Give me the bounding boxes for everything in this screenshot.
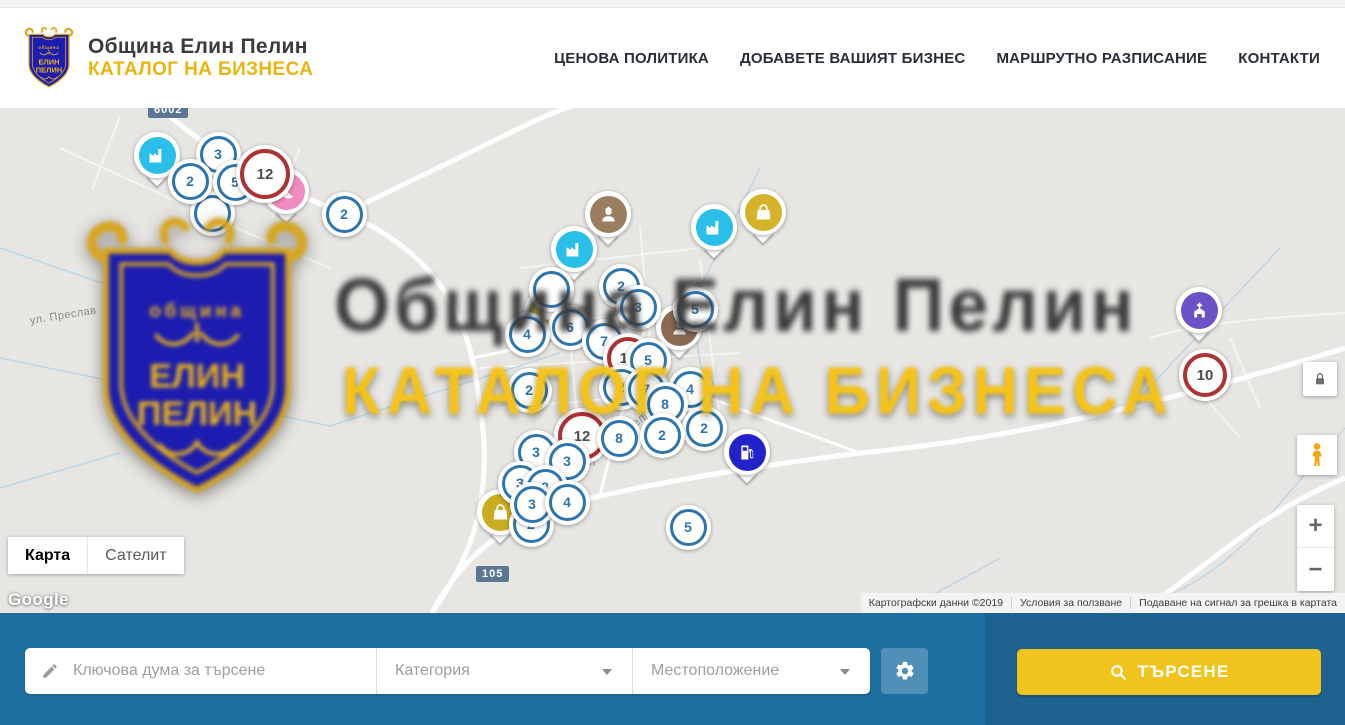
map-pin[interactable] xyxy=(724,429,770,487)
advanced-options-button[interactable] xyxy=(881,648,928,694)
map-pin[interactable] xyxy=(1176,287,1222,345)
google-logo[interactable]: Google xyxy=(8,590,69,610)
map-cluster-marker[interactable]: 10 xyxy=(1179,349,1231,401)
pegman-icon xyxy=(1305,442,1329,468)
svg-text:ЕЛИН: ЕЛИН xyxy=(38,57,59,66)
map-cluster-marker[interactable]: 2 xyxy=(507,368,552,413)
map-cluster-marker[interactable]: 3 xyxy=(616,285,661,330)
factory-icon xyxy=(704,217,725,238)
search-bar: Категория Местоположение ТЪРСЕНЕ xyxy=(0,613,1345,725)
map-cluster-marker[interactable]: 4 xyxy=(545,480,590,525)
pencil-icon xyxy=(41,662,59,680)
site-header: община ЕЛИН ПЕЛИН Община Елин Пелин КАТА… xyxy=(0,8,1345,108)
cluster-count: 10 xyxy=(1183,353,1227,397)
map-cluster-marker[interactable]: 4 xyxy=(505,312,550,357)
map-cluster-marker[interactable]: 8 xyxy=(597,416,642,461)
top-strip xyxy=(0,0,1345,8)
location-select-label: Местоположение xyxy=(633,662,779,680)
map-cluster-marker[interactable]: 12 xyxy=(236,145,294,203)
map-cluster-marker[interactable]: 2 xyxy=(168,159,213,204)
cluster-count: 8 xyxy=(601,420,638,457)
nav-item-transport-schedule[interactable]: МАРШРУТНО РАЗПИСАНИЕ xyxy=(996,50,1207,67)
attribution-report-link[interactable]: Подаване на сигнал за грешка в картата xyxy=(1131,597,1345,609)
search-button[interactable]: ТЪРСЕНЕ xyxy=(1017,649,1321,695)
cluster-count: 5 xyxy=(677,291,714,328)
search-fields-group: Категория Местоположение xyxy=(25,648,870,694)
main-nav: ЦЕНОВА ПОЛИТИКА ДОБАВЕТЕ ВАШИЯТ БИЗНЕС М… xyxy=(554,8,1320,108)
cluster-count: 2 xyxy=(644,417,681,454)
category-select-label: Категория xyxy=(377,662,470,680)
map-cluster-marker[interactable]: 5 xyxy=(666,505,711,550)
church-icon xyxy=(1189,300,1210,321)
shopping-bag-icon xyxy=(490,502,511,523)
map-cluster-marker[interactable]: 2 xyxy=(640,413,685,458)
keyword-field[interactable] xyxy=(25,648,376,694)
map-type-toggle: Карта Сателит xyxy=(8,537,184,574)
map-cluster-marker[interactable]: 2 xyxy=(682,406,727,451)
worker-icon xyxy=(598,204,619,225)
map-attribution: Картографски данни ©2019 Условия за полз… xyxy=(861,593,1345,613)
map-lock-control[interactable] xyxy=(1303,362,1337,396)
road-number-shield: 6002 xyxy=(148,108,188,118)
cluster-count: 2 xyxy=(511,372,548,409)
cluster-count: 3 xyxy=(620,289,657,326)
site-subtitle: КАТАЛОГ НА БИЗНЕСА xyxy=(88,59,313,81)
map-pin[interactable] xyxy=(691,204,737,262)
shopping-bag-icon xyxy=(753,202,774,223)
attribution-terms-link[interactable]: Условия за ползване xyxy=(1012,597,1130,609)
cluster-count: 12 xyxy=(240,149,290,199)
svg-text:община: община xyxy=(38,45,59,50)
nav-item-contacts[interactable]: КОНТАКТИ xyxy=(1238,50,1320,67)
lock-icon xyxy=(1312,371,1328,387)
zoom-in-button[interactable]: + xyxy=(1297,505,1334,548)
nav-item-pricing[interactable]: ЦЕНОВА ПОЛИТИКА xyxy=(554,50,709,67)
map-cluster-marker[interactable]: 2 xyxy=(322,192,367,237)
municipality-crest-logo: община ЕЛИН ПЕЛИН xyxy=(24,26,74,90)
map-type-satellite-button[interactable]: Сателит xyxy=(87,537,183,574)
factory-icon xyxy=(564,239,585,260)
zoom-out-button[interactable]: − xyxy=(1297,548,1334,591)
zoom-control: + − xyxy=(1297,505,1334,591)
fuel-icon xyxy=(737,442,758,463)
factory-icon xyxy=(147,145,168,166)
map-cluster-marker[interactable]: 5 xyxy=(673,287,718,332)
chevron-down-icon xyxy=(602,669,612,675)
chevron-down-icon xyxy=(840,669,850,675)
location-select[interactable]: Местоположение xyxy=(633,648,870,694)
attribution-copyright: Картографски данни ©2019 xyxy=(861,597,1011,609)
map-pin[interactable] xyxy=(740,189,786,247)
cluster-count: 2 xyxy=(686,410,723,447)
site-title: Община Елин Пелин xyxy=(88,35,313,59)
nav-item-add-business[interactable]: ДОБАВЕТЕ ВАШИЯТ БИЗНЕС xyxy=(740,50,965,67)
cluster-count: 4 xyxy=(549,484,586,521)
cluster-count: 5 xyxy=(670,509,707,546)
cluster-count: 2 xyxy=(326,196,363,233)
cluster-count: 2 xyxy=(172,163,209,200)
google-map[interactable]: община ЕЛИН ПЕЛИН Община Елин Пелин КАТА… xyxy=(0,108,1345,613)
cluster-count xyxy=(533,271,570,308)
map-type-map-button[interactable]: Карта xyxy=(8,537,87,574)
category-select[interactable]: Категория xyxy=(377,648,632,694)
gear-icon xyxy=(894,660,916,682)
search-button-label: ТЪРСЕНЕ xyxy=(1138,662,1230,682)
road-number-shield: 105 xyxy=(476,566,509,582)
svg-text:ПЕЛИН: ПЕЛИН xyxy=(36,66,62,75)
search-icon xyxy=(1109,663,1128,682)
keyword-input[interactable] xyxy=(71,647,376,695)
street-view-pegman[interactable] xyxy=(1297,435,1337,475)
brand[interactable]: община ЕЛИН ПЕЛИН Община Елин Пелин КАТА… xyxy=(24,26,313,90)
cluster-count: 4 xyxy=(509,316,546,353)
